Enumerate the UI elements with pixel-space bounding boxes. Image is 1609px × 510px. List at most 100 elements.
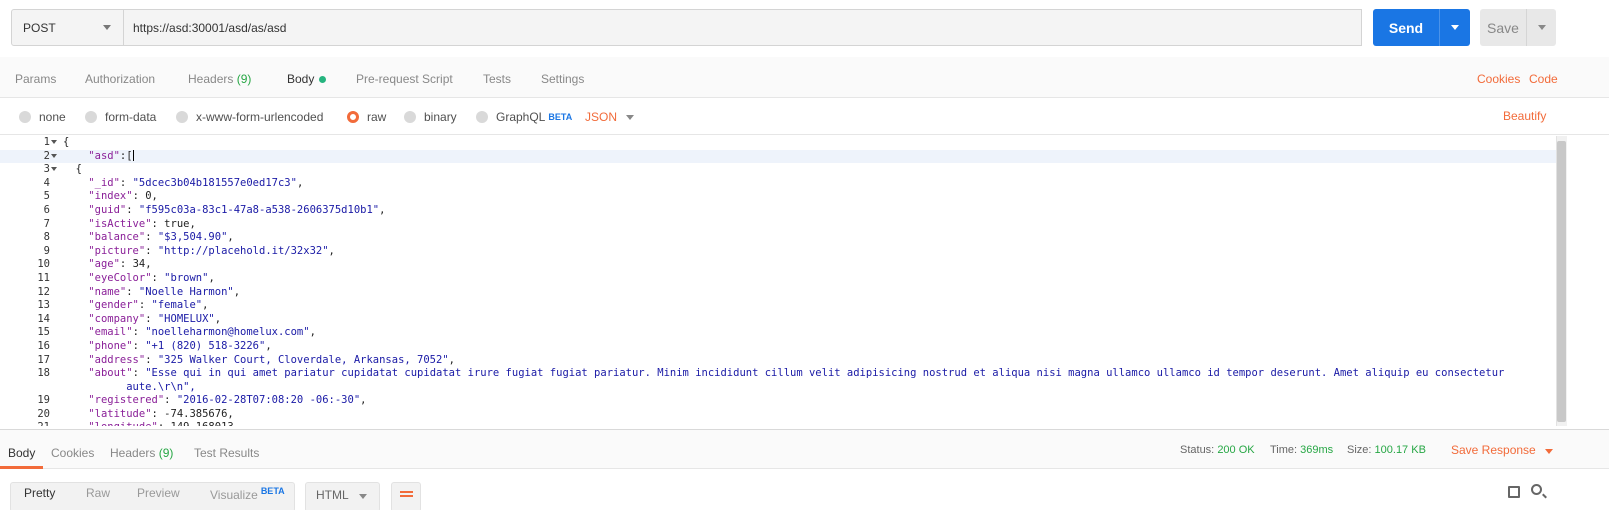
radio-graphql[interactable]: GraphQL BETA <box>476 110 572 124</box>
view-raw[interactable]: Raw <box>86 486 110 500</box>
radio-form-data[interactable]: form-data <box>85 110 156 124</box>
line-number: 5 <box>43 190 50 203</box>
chevron-down-icon <box>103 25 111 30</box>
json-string: "Noelle Harmon" <box>138 285 234 298</box>
code-line: 19 "registered": "2016-02-28T07:08:20 -0… <box>0 394 1567 408</box>
json-string: aute.\r\n", <box>63 380 196 393</box>
code-text: "asd":[ <box>88 149 134 162</box>
code-text: "isActive": true, <box>88 217 196 230</box>
line-number: 13 <box>37 299 50 312</box>
cookies-link[interactable]: Cookies <box>1477 72 1520 86</box>
code-editor[interactable]: 1{2 "asd":[ 3 {4 "_id": "5dcec3b04b181557… <box>0 136 1567 426</box>
json-string: "5dcec3b04b181557e0ed17c3" <box>132 176 297 189</box>
radio-urlencoded[interactable]: x-www-form-urlencoded <box>176 110 323 124</box>
method-select[interactable]: POST <box>11 9 124 46</box>
save-response-button[interactable]: Save Response <box>1451 443 1536 457</box>
line-number: 7 <box>43 217 50 230</box>
save-button[interactable]: Save <box>1480 9 1556 46</box>
fold-arrow-icon[interactable] <box>51 167 57 172</box>
line-number: 11 <box>37 271 50 284</box>
response-tab-headers-label: Headers <box>110 446 156 460</box>
line-number: 4 <box>43 176 50 189</box>
json-string: "female" <box>151 299 203 312</box>
time-value: 369ms <box>1300 444 1334 456</box>
code-line: 20 "latitude": -74.385676, <box>0 408 1567 422</box>
code-line: 14 "company": "HOMELUX", <box>0 313 1567 327</box>
tab-params[interactable]: Params <box>15 72 56 86</box>
body-indicator-dot <box>319 76 327 84</box>
radio-graphql-label: GraphQL <box>496 110 546 124</box>
json-string: "brown" <box>164 271 209 284</box>
url-text: https://asd:30001/asd/as/asd <box>133 20 287 35</box>
radio-binary[interactable]: binary <box>404 110 457 124</box>
code-link[interactable]: Code <box>1529 72 1558 86</box>
save-label: Save <box>1487 19 1519 36</box>
json-string: "HOMELUX" <box>157 312 215 325</box>
json-key: "isActive" <box>88 217 152 230</box>
line-number: 15 <box>37 326 50 339</box>
tab-prerequest-script[interactable]: Pre-request Script <box>356 72 453 86</box>
response-tab-test-results[interactable]: Test Results <box>194 446 259 460</box>
tab-settings[interactable]: Settings <box>541 72 584 86</box>
response-tab-cookies[interactable]: Cookies <box>51 446 94 460</box>
code-line: 7 "isActive": true, <box>0 218 1567 232</box>
tab-tests[interactable]: Tests <box>483 72 511 86</box>
json-key: "guid" <box>88 203 127 216</box>
json-key: "age" <box>88 258 120 271</box>
response-format-select[interactable]: HTML <box>305 482 380 510</box>
line-number: 3 <box>43 163 50 176</box>
code-text: "index": 0, <box>88 190 158 203</box>
json-string: "noelleharmon@homelux.com" <box>145 326 310 339</box>
editor-scroll-thumb[interactable] <box>1557 141 1566 422</box>
code-line: 1{ <box>0 136 1567 150</box>
fold-arrow-icon[interactable] <box>51 140 57 144</box>
code-text: { <box>63 163 82 176</box>
beautify-link[interactable]: Beautify <box>1503 109 1546 123</box>
json-string: "325 Walker Court, Cloverdale, Arkansas,… <box>157 353 449 366</box>
json-string: "$3,504.90" <box>157 231 228 244</box>
chevron-down-icon <box>1451 25 1459 30</box>
wrap-lines-button[interactable] <box>391 482 421 510</box>
json-string: "2016-02-28T07:08:20 -06:-30" <box>176 394 361 407</box>
radio-none[interactable]: none <box>19 110 66 124</box>
tab-body[interactable]: Body <box>279 72 335 101</box>
save-dropdown[interactable] <box>1527 25 1556 30</box>
response-tab-headers[interactable]: Headers (9) <box>110 446 173 460</box>
send-button[interactable]: Send <box>1373 9 1470 46</box>
code-text: "_id": "5dcec3b04b181557e0ed17c3", <box>88 176 304 189</box>
beta-badge: BETA <box>260 486 285 496</box>
chevron-down-icon[interactable] <box>626 115 634 120</box>
response-tab-headers-count: (9) <box>158 446 174 460</box>
json-key: "picture" <box>88 244 146 257</box>
line-number: 21 <box>0 421 50 426</box>
tab-headers[interactable]: Headers (9) <box>188 72 251 86</box>
json-value: 0 <box>145 190 152 203</box>
status-value: 200 OK <box>1217 444 1255 456</box>
view-preview[interactable]: Preview <box>137 486 180 500</box>
tab-authorization[interactable]: Authorization <box>85 72 155 86</box>
line-number: 17 <box>37 353 50 366</box>
time-readout: Time: 369ms <box>1270 444 1333 456</box>
response-tab-body[interactable]: Body <box>0 446 44 469</box>
copy-icon[interactable] <box>1508 486 1520 498</box>
wrap-icon-line <box>400 495 413 497</box>
code-text: "latitude": -74.385676, <box>88 407 234 420</box>
json-key: "latitude" <box>88 407 152 420</box>
format-select[interactable]: JSON <box>585 110 617 124</box>
view-visualize[interactable]: Visualize BETA <box>210 486 285 502</box>
code-text: "gender": "female", <box>88 299 209 312</box>
send-dropdown[interactable] <box>1440 25 1470 30</box>
code-text: "email": "noelleharmon@homelux.com", <box>88 326 316 339</box>
radio-raw[interactable]: raw <box>347 110 386 124</box>
search-icon[interactable] <box>1531 484 1542 495</box>
radio-circle <box>19 111 31 123</box>
line-number: 2 <box>43 149 50 162</box>
url-input[interactable]: https://asd:30001/asd/as/asd <box>124 9 1362 46</box>
code-text: "picture": "http://placehold.it/32x32", <box>88 244 335 257</box>
text-cursor <box>132 150 134 162</box>
chevron-down-icon[interactable] <box>1545 449 1553 454</box>
json-value: -74.385676 <box>164 407 228 420</box>
view-pretty[interactable]: Pretty <box>24 486 55 500</box>
wrap-icon <box>400 491 413 493</box>
fold-arrow-icon[interactable] <box>51 153 57 158</box>
